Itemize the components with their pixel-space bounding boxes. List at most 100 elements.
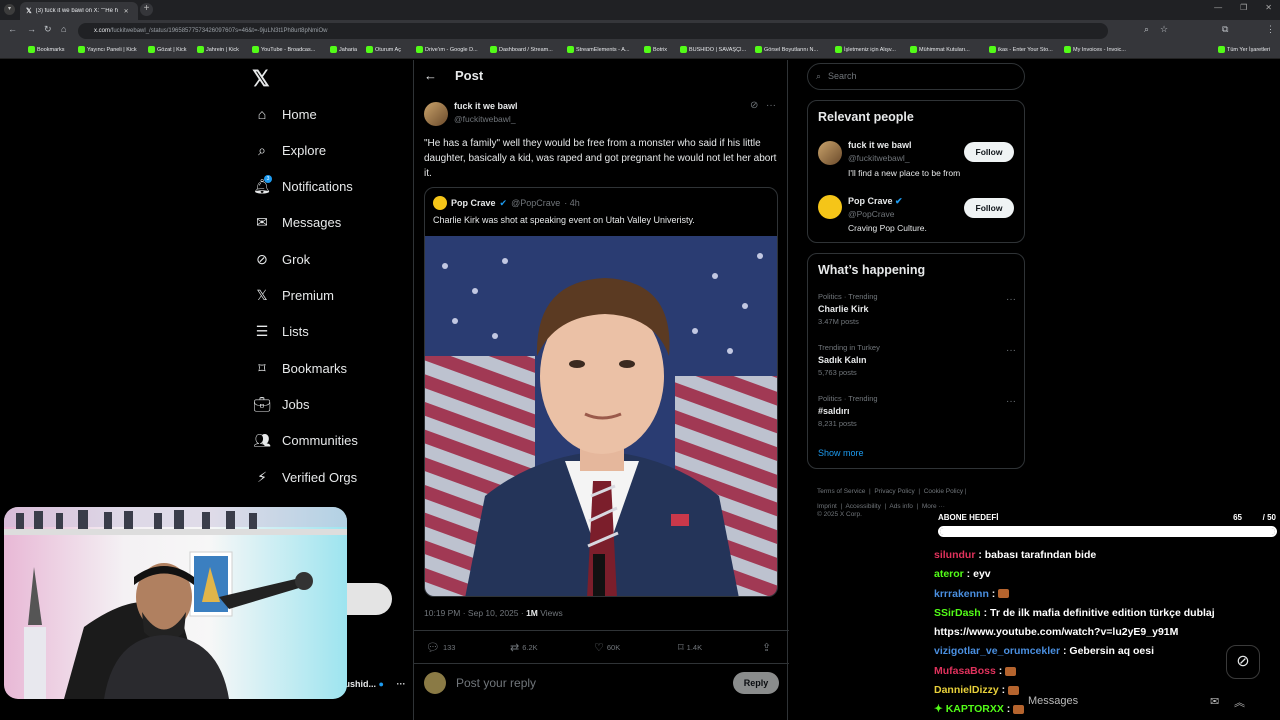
expand-icon[interactable]: ︽ [1234,694,1245,710]
nav-item-explore[interactable]: ⌕ Explore [254,142,326,158]
nav-item-verified-orgs[interactable]: ⚡︎ Verified Orgs [254,469,357,485]
author-avatar[interactable] [424,102,448,126]
nav-item-bookmarks[interactable]: ⌑ Bookmarks [254,360,347,376]
bookmark-item[interactable]: YouTube - Broadcas... [252,46,315,53]
nav-item-jobs[interactable]: 💼︎ Jobs [253,396,309,412]
nav-item-premium[interactable]: 𝕏 Premium [254,287,334,304]
footer-link[interactable]: Privacy Policy [874,488,914,495]
more-icon[interactable]: ··· [396,679,405,689]
repost-action[interactable]: ⇄ 6.2K [510,641,538,654]
account-switcher[interactable]: Bushid... ● ··· [338,679,405,689]
chat-username[interactable]: KAPTORXX [946,703,1004,715]
address-bar[interactable]: x.com/fuckitwebawl_/status/1965857757342… [78,23,1108,39]
grok-icon[interactable]: ⊘ [750,100,758,111]
bookmark-action[interactable]: ⌑ 1.4K [678,641,702,654]
menu-icon[interactable]: ⋮ [1266,24,1275,35]
footer-link[interactable]: Accessibility [845,503,880,510]
trend-item[interactable]: Trending in Turkey Sadık Kalın 5,763 pos… [818,343,1016,377]
bookmark-item[interactable]: ikas - Enter Your Sto... [989,46,1053,53]
bookmark-item[interactable]: BUSHIDO | SAVAŞÇI... [680,46,746,53]
reply-input[interactable]: Post your reply [456,676,536,690]
nav-item-notifications[interactable]: 🔔︎ 3 Notifications [253,174,353,195]
trend-item[interactable]: Politics · Trending Charlie Kirk 3.47M p… [818,292,1016,326]
chat-username[interactable]: ateror [934,568,964,580]
nav-item-messages[interactable]: ✉ Messages [254,214,341,231]
nav-item-communities[interactable]: 👥︎ Communities [253,432,358,449]
bookmark-item[interactable]: Görsel Boyutlarını N... [755,46,818,53]
window-controls: — ❐ ✕ [1214,3,1272,12]
search-input[interactable]: ⌕ Search [807,63,1025,90]
person-name[interactable]: fuck it we bawl [848,140,912,150]
bookmark-item[interactable]: Yayıncı Paneli | Kick [78,46,137,53]
trend-item[interactable]: Politics · Trending #saldırı 8,231 posts… [818,394,1016,428]
grok-float-icon[interactable]: ⊘ [1226,645,1260,679]
person-avatar[interactable] [818,195,842,219]
footer-link[interactable]: More ··· [922,503,945,510]
bookmark-item[interactable]: Tüm Yer İşaretleri [1218,46,1270,53]
tab-search-icon[interactable]: ▾ [4,4,15,15]
trend-more-icon[interactable]: ··· [1006,396,1016,407]
bookmark-item[interactable]: Bookmarks [28,46,65,53]
minimize-icon[interactable]: — [1214,3,1222,12]
bookmark-item[interactable]: Oturum Aç [366,46,401,53]
footer-link[interactable]: Terms of Service [817,488,865,495]
chat-username[interactable]: MufasaBoss [934,665,996,677]
person-name[interactable]: Pop Crave ✔ [848,196,903,207]
reply-button[interactable]: Reply [733,672,779,694]
post-image[interactable] [425,236,777,596]
quoted-post[interactable]: Pop Crave ✔ @PopCrave · 4h Charlie Kirk … [424,187,778,597]
zoom-icon[interactable]: ⌕ [1144,24,1149,35]
chat-username[interactable]: krrrakennn [934,588,989,600]
forward-icon[interactable]: → [27,24,36,34]
chat-username[interactable]: SSirDash [934,607,981,619]
new-tab-button[interactable]: + [140,3,153,16]
extensions-icon[interactable]: ⧉ [1222,24,1228,35]
nav-item-grok[interactable]: ⊘ Grok [254,251,310,267]
chat-username[interactable]: silundur [934,549,975,561]
bookmark-item[interactable]: My Invoices - Invoic... [1064,46,1126,53]
bookmark-item[interactable]: Botrix [644,46,667,53]
post-more-icon[interactable]: ··· [766,100,776,111]
chat-username[interactable]: DannielDizzy [934,684,999,696]
compose-message-icon[interactable]: ✉ [1210,695,1219,708]
maximize-icon[interactable]: ❐ [1240,3,1247,12]
bookmark-item[interactable]: İşletmeniz için Alışv... [835,46,896,53]
post-author[interactable]: fuck it we bawl [454,101,518,111]
star-icon[interactable]: ☆ [1160,24,1168,35]
footer-link[interactable]: Cookie Policy [924,488,963,495]
like-action[interactable]: ♡ 60K [594,641,620,654]
back-arrow-icon[interactable]: ← [424,68,437,83]
bookmark-item[interactable]: Gözat | Kick [148,46,187,53]
reply-action[interactable]: 💬︎ 133 [426,641,455,654]
home-browser-icon[interactable]: ⌂ [61,24,66,34]
bookmark-item[interactable]: StreamElements - A... [567,46,630,53]
bookmark-item[interactable]: Dashboard / Stream... [490,46,553,53]
chat-username[interactable]: vizigotlar_ve_orumcekler [934,645,1060,657]
browser-tab[interactable]: 𝕏 (3) fuck it we bawl on X: ""He h ✕ [20,2,138,20]
follow-button[interactable]: Follow [964,142,1014,162]
show-more-link[interactable]: Show more [818,448,864,458]
x-logo-icon[interactable]: 𝕏 [252,66,270,92]
messages-drawer[interactable]: Messages ✉ ︽ [1020,690,1278,718]
trend-more-icon[interactable]: ··· [1006,345,1016,356]
footer-link[interactable]: Imprint [817,503,837,510]
footer-link[interactable]: Ads info [889,503,913,510]
chat-separator: : [980,606,991,619]
post-time[interactable]: 10:19 PM · Sep 10, 2025 · [424,608,526,618]
bookmark-item[interactable]: Jaharia [330,46,357,53]
back-icon[interactable]: ← [8,24,17,34]
close-window-icon[interactable]: ✕ [1265,3,1272,12]
bookmark-item[interactable]: Jahrein | Kick [197,46,239,53]
nav-item-label: Verified Orgs [282,469,358,485]
bookmark-item[interactable]: Mühimmat Kutuları... [910,46,970,53]
reload-icon[interactable]: ↻ [44,24,52,35]
follow-button[interactable]: Follow [964,198,1014,218]
bookmark-item[interactable]: Drive'ım - Google D... [416,46,478,53]
post-handle[interactable]: @fuckitwebawl_ [454,114,516,124]
share-action[interactable]: ⇪ [762,641,771,654]
nav-item-home[interactable]: ⌂ Home [254,106,317,122]
nav-item-lists[interactable]: ☰ Lists [254,323,309,340]
tab-close-icon[interactable]: ✕ [124,8,129,15]
trend-more-icon[interactable]: ··· [1006,294,1016,305]
person-avatar[interactable] [818,141,842,165]
